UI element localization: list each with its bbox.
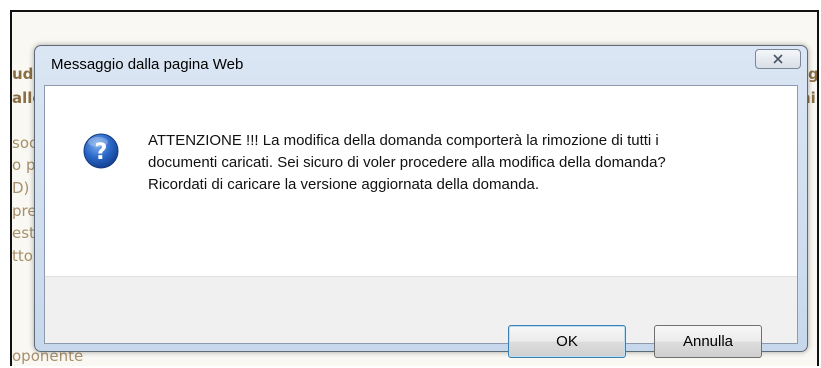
close-button[interactable]: [755, 49, 801, 69]
bg-fragment: g: [808, 65, 819, 83]
bg-line: o p: [12, 156, 36, 174]
bg-line: tto: [12, 247, 33, 265]
question-icon: ?: [83, 133, 119, 169]
bg-line: D): [12, 179, 30, 197]
bg-line: pre: [12, 202, 37, 220]
dialog-body: ? ATTENZIONE !!! La modifica della doman…: [44, 85, 798, 358]
bg-line: ud: [12, 65, 34, 83]
svg-text:?: ?: [95, 140, 108, 165]
message-dialog: Messaggio dalla pagina Web ? ATTENZIONE …: [34, 45, 808, 358]
ok-button[interactable]: OK: [508, 325, 626, 358]
cancel-button[interactable]: Annulla: [654, 325, 762, 358]
dialog-message: ATTENZIONE !!! La modifica della domanda…: [148, 132, 666, 193]
close-icon: [773, 54, 783, 64]
dialog-title: Messaggio dalla pagina Web: [51, 56, 244, 73]
